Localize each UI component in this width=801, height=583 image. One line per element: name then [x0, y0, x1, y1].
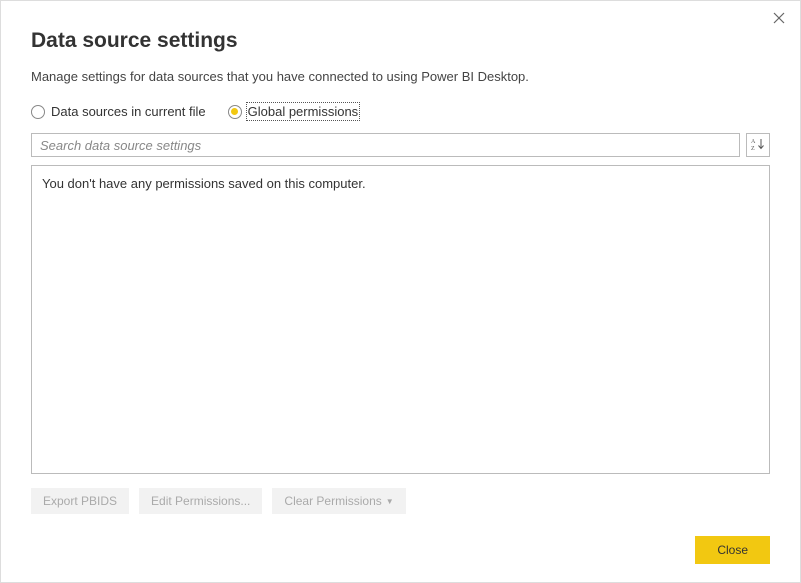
radio-current-file-label: Data sources in current file: [51, 104, 206, 119]
clear-permissions-button[interactable]: Clear Permissions ▼: [272, 488, 405, 514]
empty-state-message: You don't have any permissions saved on …: [42, 176, 759, 191]
export-pbids-label: Export PBIDS: [43, 494, 117, 508]
sort-button[interactable]: A Z: [746, 133, 770, 157]
radio-current-file[interactable]: Data sources in current file: [31, 104, 206, 119]
close-icon[interactable]: [770, 9, 788, 27]
search-row: A Z: [31, 133, 770, 157]
data-source-settings-dialog: Data source settings Manage settings for…: [1, 1, 800, 582]
sort-az-icon: A Z: [751, 137, 765, 154]
footer-row: Close: [31, 536, 770, 564]
close-button-label: Close: [717, 543, 748, 557]
chevron-down-icon: ▼: [386, 497, 394, 506]
edit-permissions-button[interactable]: Edit Permissions...: [139, 488, 262, 514]
clear-permissions-label: Clear Permissions: [284, 494, 381, 508]
radio-icon: [31, 105, 45, 119]
data-source-list: You don't have any permissions saved on …: [31, 165, 770, 474]
close-button[interactable]: Close: [695, 536, 770, 564]
radio-global-permissions-label: Global permissions: [248, 104, 359, 119]
dialog-title: Data source settings: [31, 29, 770, 53]
export-pbids-button[interactable]: Export PBIDS: [31, 488, 129, 514]
svg-text:A: A: [751, 139, 756, 145]
radio-icon: [228, 105, 242, 119]
dialog-subtitle: Manage settings for data sources that yo…: [31, 69, 770, 84]
scope-radio-group: Data sources in current file Global perm…: [31, 104, 770, 119]
action-button-row: Export PBIDS Edit Permissions... Clear P…: [31, 488, 770, 514]
svg-text:Z: Z: [751, 146, 755, 151]
search-input[interactable]: [31, 133, 740, 157]
edit-permissions-label: Edit Permissions...: [151, 494, 250, 508]
radio-global-permissions[interactable]: Global permissions: [228, 104, 359, 119]
